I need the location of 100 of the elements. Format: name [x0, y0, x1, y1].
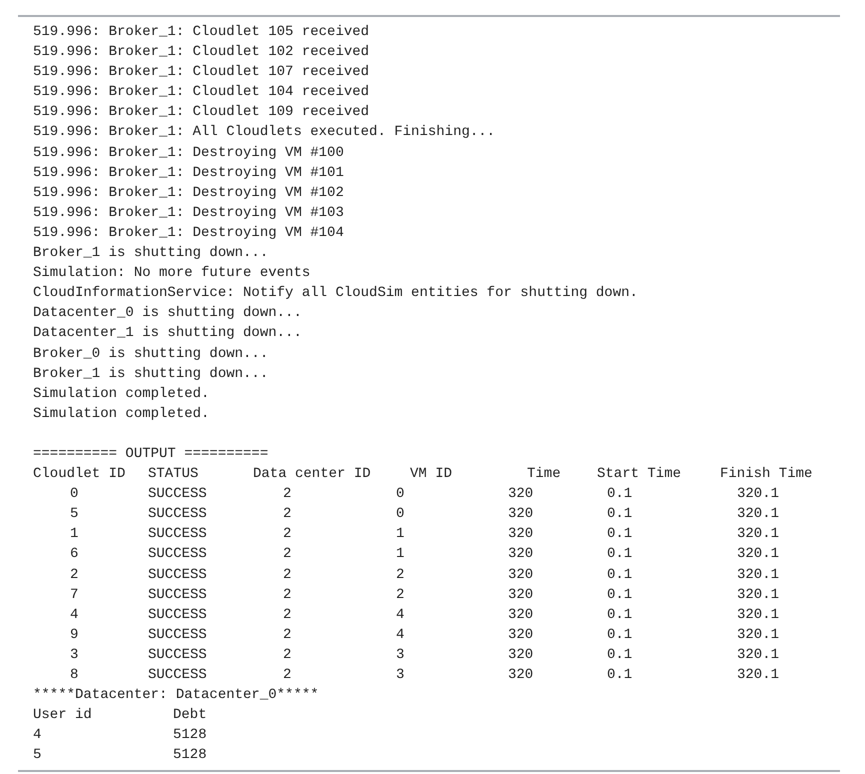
table-cell: 0.1	[607, 566, 632, 583]
table-cell: SUCCESS	[148, 646, 207, 663]
table-cell: 0.1	[607, 646, 632, 663]
log-line: 519.996: Broker_1: Cloudlet 107 received	[33, 64, 370, 80]
table-cell: 5128	[173, 747, 207, 764]
table-cell: 320	[508, 667, 534, 683]
table-cell: 0.1	[607, 586, 632, 603]
table-cell: 2	[283, 606, 292, 623]
log-line: 519.996: Broker_1: Cloudlet 105 received	[33, 24, 370, 40]
table-cell: 3	[70, 646, 78, 663]
log-line: Datacenter_1 is shutting down...	[33, 325, 302, 342]
table-cell: 3	[396, 646, 404, 663]
log-line: Simulation: No more future events	[33, 265, 310, 282]
log-line: 519.996: Broker_1: Cloudlet 104 received	[33, 84, 370, 100]
column-header: STATUS	[148, 466, 198, 482]
column-header: Cloudlet ID	[33, 466, 126, 482]
log-line: CloudInformationService: Notify all CloudSim entities for shutting down.	[33, 285, 638, 302]
table-cell: 4	[70, 606, 78, 623]
log-line: Broker_1 is shutting down...	[33, 366, 268, 382]
table-cell: 320	[508, 626, 534, 643]
log-line: Simulation completed.	[33, 386, 210, 402]
table-cell: 320	[508, 506, 534, 522]
table-cell: 0.1	[607, 546, 632, 562]
table-cell: SUCCESS	[148, 626, 207, 643]
table-cell: SUCCESS	[148, 667, 207, 683]
table-cell: 2	[283, 586, 292, 603]
log-line: 519.996: Broker_1: Destroying VM #104	[33, 224, 344, 241]
table-cell: 4	[396, 606, 404, 623]
log-line: 519.996: Broker_1: Destroying VM #102	[33, 184, 344, 201]
table-cell: 0.1	[607, 606, 632, 623]
table-cell: 2	[283, 546, 292, 562]
table-cell: 320.1	[737, 606, 780, 623]
table-cell: 320.1	[737, 646, 780, 663]
column-header: User id	[33, 707, 92, 724]
table-cell: 5	[70, 506, 78, 522]
log-line: 519.996: Broker_1: Cloudlet 109 received	[33, 104, 370, 120]
table-cell: 1	[396, 546, 404, 562]
table-cell: 320.1	[737, 486, 780, 502]
log-line: 519.996: Broker_1: Destroying VM #103	[33, 204, 344, 221]
table-cell: SUCCESS	[148, 606, 207, 623]
table-cell: 0	[70, 486, 78, 502]
table-cell: 2	[283, 506, 292, 522]
table-cell: 320	[508, 606, 534, 623]
log-line: 519.996: Broker_1: Cloudlet 102 received	[33, 44, 370, 60]
table-cell: 1	[396, 526, 404, 542]
table-cell: 2	[396, 566, 404, 583]
table-cell: 7	[70, 586, 78, 603]
table-cell: 320.1	[737, 566, 780, 583]
table-cell: 8	[70, 667, 78, 683]
table-cell: 320.1	[737, 667, 780, 683]
column-header: Start Time	[597, 466, 682, 482]
table-cell: 3	[396, 667, 404, 683]
table-cell: 320	[508, 526, 534, 542]
table-cell: SUCCESS	[148, 566, 207, 583]
table-cell: 0.1	[607, 667, 632, 683]
table-cell: 320.1	[737, 506, 780, 522]
table-cell: 0	[396, 486, 404, 502]
table-cell: 5	[33, 747, 42, 764]
table-cell: 5128	[173, 727, 207, 744]
table-cell: 320	[508, 486, 534, 502]
table-cell: 2	[396, 586, 404, 603]
table-cell: 9	[70, 626, 78, 643]
table-cell: SUCCESS	[148, 506, 207, 522]
log-line: Broker_0 is shutting down...	[33, 346, 268, 362]
table-cell: 4	[396, 626, 404, 643]
column-header: Finish Time	[720, 466, 812, 482]
table-cell: SUCCESS	[148, 586, 207, 603]
column-header: VM ID	[410, 466, 452, 482]
log-line: Datacenter_0 is shutting down...	[33, 305, 302, 322]
output-heading: ========== OUTPUT ==========	[33, 446, 268, 462]
datacenter-heading: *****Datacenter: Datacenter_0*****	[33, 687, 319, 704]
table-cell: 320	[508, 546, 534, 562]
log-line: 519.996: Broker_1: Destroying VM #100	[33, 144, 344, 161]
table-cell: 6	[70, 546, 78, 562]
table-cell: 0.1	[607, 486, 632, 502]
table-cell: 2	[283, 526, 292, 542]
table-cell: 0.1	[607, 626, 632, 643]
column-header: Data center ID	[253, 466, 371, 482]
table-cell: 1	[70, 526, 78, 542]
table-cell: SUCCESS	[148, 486, 207, 502]
table-cell: 0.1	[607, 526, 632, 542]
log-line: 519.996: Broker_1: Destroying VM #101	[33, 164, 344, 181]
table-cell: 320.1	[737, 586, 780, 603]
table-cell: SUCCESS	[148, 546, 207, 562]
table-cell: 320.1	[737, 526, 780, 542]
column-header: Time	[527, 466, 561, 482]
table-cell: 2	[283, 566, 292, 583]
table-cell: 320	[508, 646, 534, 663]
table-cell: 2	[283, 486, 292, 502]
table-cell: 4	[33, 727, 42, 744]
table-cell: SUCCESS	[148, 526, 207, 542]
column-header: Debt	[173, 707, 207, 724]
log-line: Simulation completed.	[33, 406, 210, 422]
log-line: Broker_1 is shutting down...	[33, 245, 268, 262]
log-line: 519.996: Broker_1: All Cloudlets executed. Finishing...	[33, 124, 496, 140]
table-cell: 2	[283, 626, 292, 643]
table-cell: 320.1	[737, 626, 780, 643]
table-cell: 2	[70, 566, 78, 583]
table-cell: 0	[396, 506, 404, 522]
table-cell: 2	[283, 646, 292, 663]
